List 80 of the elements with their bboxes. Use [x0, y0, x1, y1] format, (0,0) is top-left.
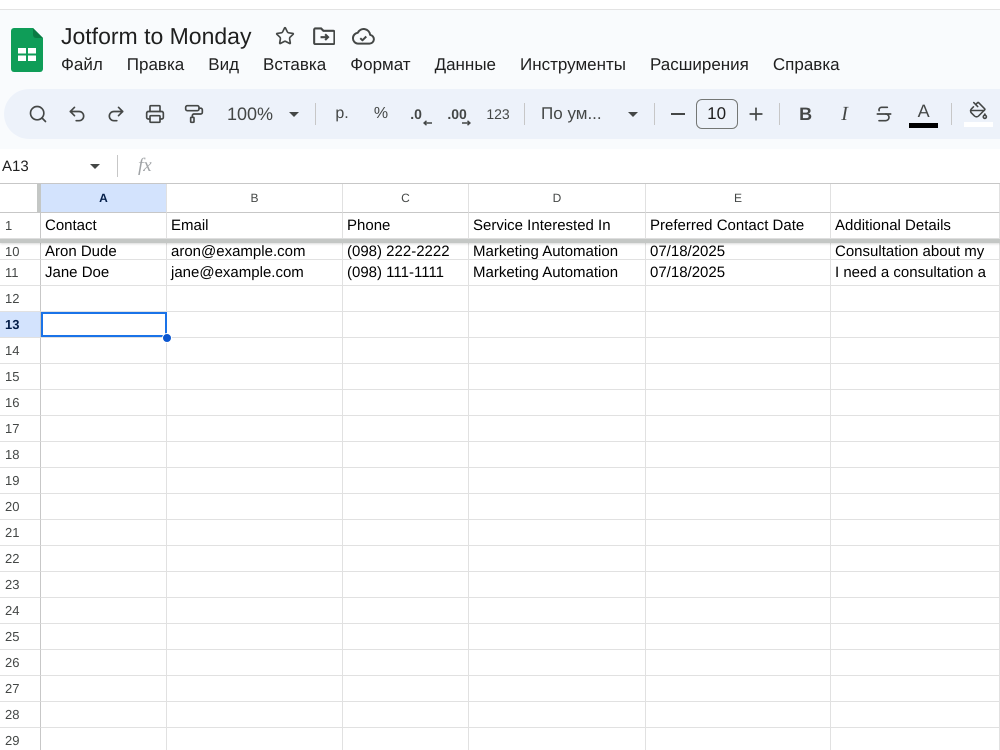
right-arrow-icon — [462, 120, 472, 126]
table-cell: Marketing Automation — [469, 260, 646, 286]
name-box[interactable]: A13 — [0, 152, 110, 180]
row-header[interactable]: 14 — [0, 338, 41, 364]
caret-icon — [90, 164, 100, 168]
currency-button[interactable]: р. — [324, 96, 360, 132]
caret-icon — [628, 112, 638, 116]
row-header[interactable]: 12 — [0, 286, 41, 312]
row-header[interactable]: 20 — [0, 494, 41, 520]
row-header[interactable]: 22 — [0, 546, 41, 572]
percent-button[interactable]: % — [363, 96, 400, 132]
column-header[interactable]: A — [41, 184, 167, 213]
font-size-field[interactable]: 10 — [696, 99, 738, 129]
text-color-button[interactable]: A — [904, 96, 943, 132]
row-header[interactable]: 11 — [0, 260, 41, 286]
table-cell: 07/18/2025 — [646, 243, 831, 260]
row-header[interactable]: 18 — [0, 442, 41, 468]
table-cell: jane@example.com — [167, 260, 343, 286]
table-cell: I need a consultation a — [831, 260, 1000, 286]
fill-handle[interactable] — [162, 333, 172, 343]
table-cell: (098) 111-1111 — [343, 260, 469, 286]
star-icon — [275, 26, 296, 46]
table-cell: 07/18/2025 — [646, 260, 831, 286]
menu-item[interactable]: Вид — [200, 54, 247, 76]
selected-cell[interactable] — [41, 312, 167, 338]
document-title[interactable]: Jotform to Monday — [61, 22, 252, 50]
left-arrow-icon — [423, 120, 432, 126]
paint-roller-icon — [184, 104, 204, 124]
search-icon — [28, 104, 48, 124]
number-format-button[interactable]: 123 — [480, 96, 516, 132]
row-header[interactable]: 16 — [0, 390, 41, 416]
cloud-check-icon — [351, 28, 376, 44]
caret-icon — [289, 112, 300, 116]
row-header[interactable]: 23 — [0, 572, 41, 598]
row-header[interactable]: 17 — [0, 416, 41, 442]
font-dropdown[interactable]: По ум... — [533, 96, 646, 132]
bold-button[interactable]: B — [788, 96, 824, 132]
italic-button[interactable]: I — [826, 96, 863, 132]
row-header[interactable]: 1 — [0, 213, 41, 239]
undo-icon — [67, 104, 87, 124]
spreadsheet-logo-icon[interactable] — [11, 28, 43, 72]
table-cell: Consultation about my — [831, 243, 1000, 260]
menu-item[interactable]: Расширения — [642, 54, 757, 76]
table-cell: aron@example.com — [167, 243, 343, 260]
increase-decimals-button[interactable]: .00 — [441, 96, 478, 132]
column-header[interactable]: B — [167, 184, 343, 213]
column-header[interactable]: C — [343, 184, 469, 213]
freeze-handle[interactable] — [0, 239, 1000, 243]
table-cell: Marketing Automation — [469, 243, 646, 260]
table-cell: Aron Dude — [41, 243, 167, 260]
row-header[interactable]: 21 — [0, 520, 41, 546]
row-header[interactable]: 24 — [0, 598, 41, 624]
decrease-decimals-button[interactable]: .0 — [402, 96, 438, 132]
folder-arrow-icon — [313, 27, 336, 45]
row-header[interactable]: 13 — [0, 312, 41, 338]
row-header[interactable]: 25 — [0, 624, 41, 650]
column-header[interactable]: D — [469, 184, 646, 213]
menu-item[interactable]: Данные — [426, 54, 504, 76]
menu-item[interactable]: Файл — [53, 54, 111, 76]
row-header[interactable]: 10 — [0, 243, 41, 260]
zoom-dropdown[interactable]: 100% — [219, 96, 308, 132]
menu-item[interactable]: Правка — [118, 54, 192, 76]
row-header[interactable]: 15 — [0, 364, 41, 390]
fx-label: fx — [138, 155, 152, 177]
row-header[interactable]: 26 — [0, 650, 41, 676]
row-header[interactable]: 19 — [0, 468, 41, 494]
row-header[interactable]: 27 — [0, 676, 41, 702]
printer-icon — [145, 104, 165, 124]
menu-item[interactable]: Инструменты — [512, 54, 634, 76]
menu-item[interactable]: Справка — [764, 54, 848, 76]
menu-item[interactable]: Вставка — [255, 54, 334, 76]
table-cell: (098) 222-2222 — [343, 243, 469, 260]
table-cell: Jane Doe — [41, 260, 167, 286]
redo-icon — [106, 104, 126, 124]
row-header[interactable]: 28 — [0, 702, 41, 728]
strikethrough-icon — [874, 104, 894, 124]
column-header[interactable]: E — [646, 184, 831, 213]
menu-item[interactable]: Формат — [342, 54, 419, 76]
minus-icon — [670, 113, 685, 115]
paint-bucket-icon — [969, 101, 988, 120]
